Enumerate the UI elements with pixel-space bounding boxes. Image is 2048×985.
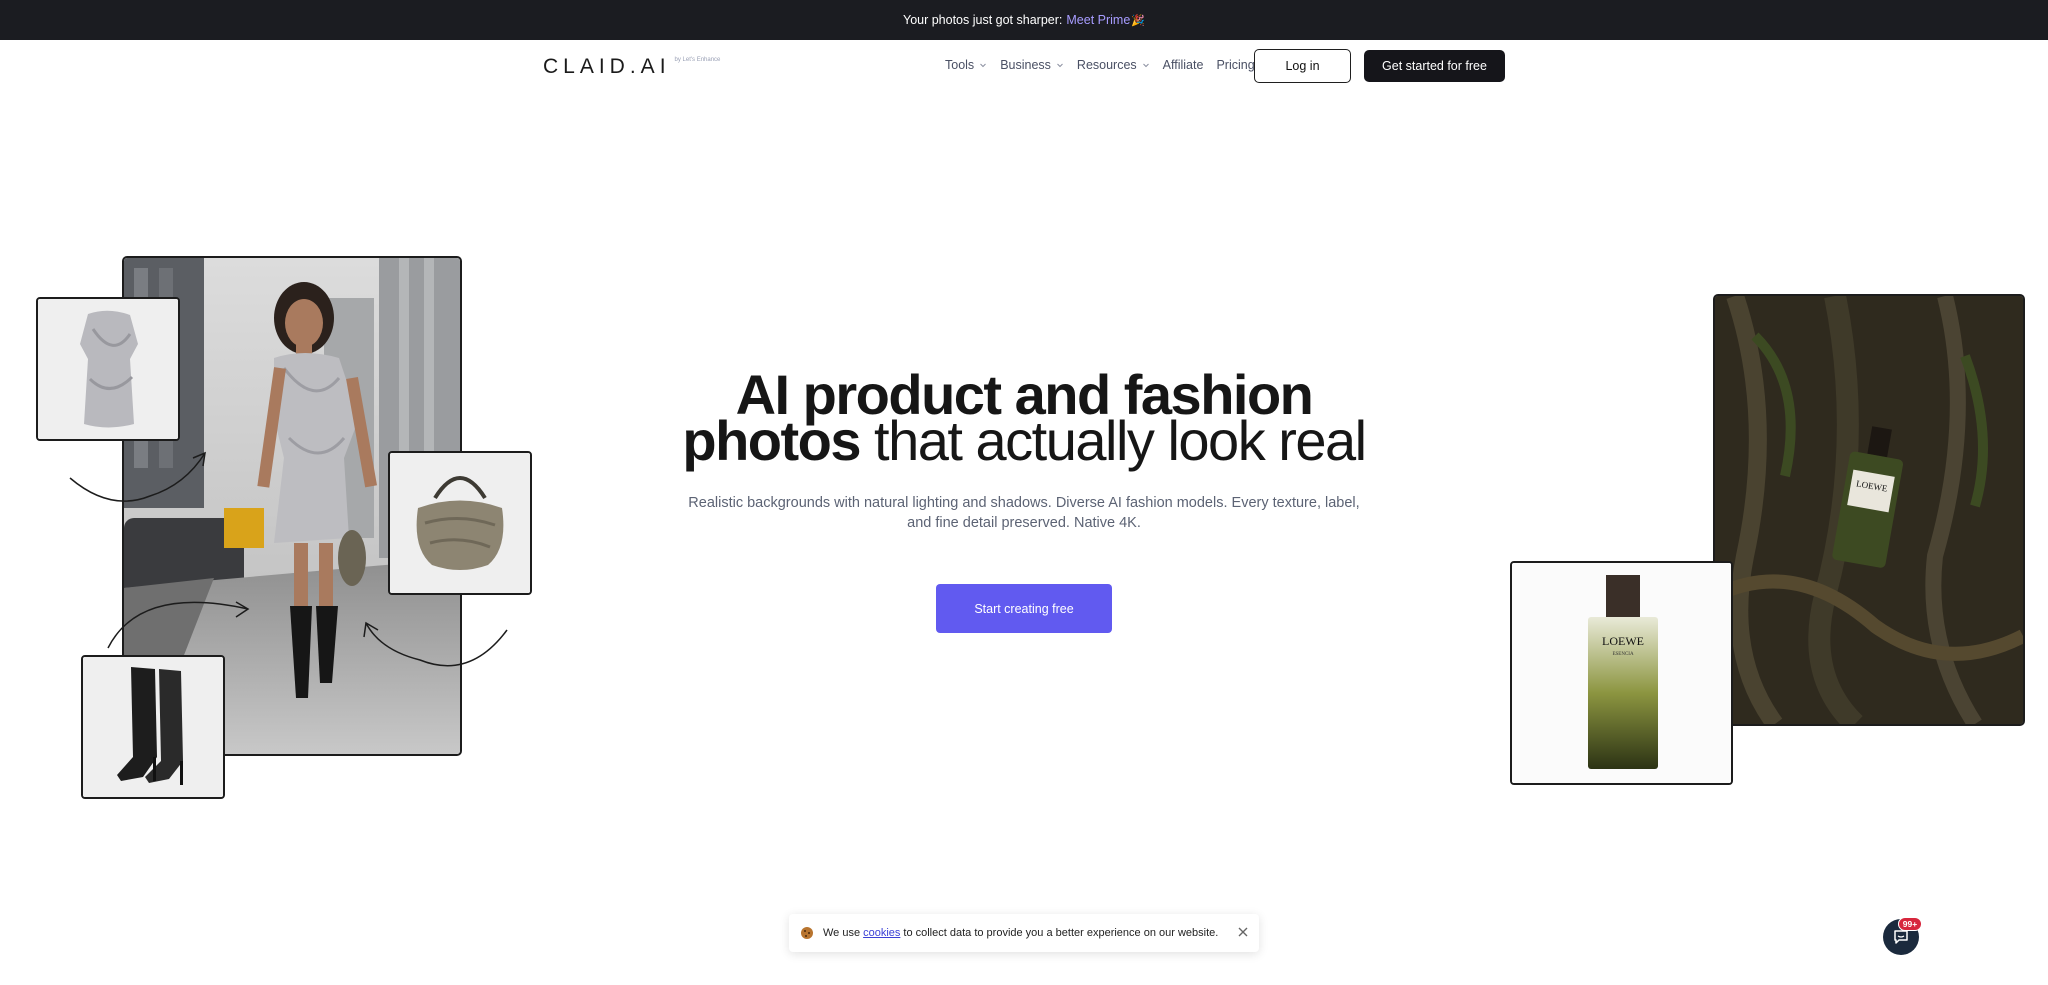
perfume-tree-photo: LOEWE xyxy=(1713,294,2025,726)
menu-tools[interactable]: Tools xyxy=(945,58,987,72)
cookies-link[interactable]: cookies xyxy=(863,927,900,939)
hero-heading: AI product and fashion photos that actua… xyxy=(640,367,1408,469)
bottle-brand-label: LOEWE xyxy=(1602,634,1644,648)
login-button[interactable]: Log in xyxy=(1254,49,1351,83)
top-nav: CLAID.AI by Let's Enhance Tools Business… xyxy=(0,40,2048,92)
menu-business-label: Business xyxy=(1000,58,1051,72)
perfume-product-photo: LOEWE ESENCIA xyxy=(1510,561,1733,785)
start-creating-button[interactable]: Start creating free xyxy=(936,584,1112,633)
menu-affiliate-label: Affiliate xyxy=(1162,58,1204,72)
bottle-sub-label: ESENCIA xyxy=(1612,652,1634,657)
chevron-down-icon xyxy=(1057,63,1063,67)
logo-wordmark: CLAID.AI xyxy=(543,55,671,78)
chat-icon xyxy=(1894,930,1908,944)
menu-resources[interactable]: Resources xyxy=(1077,58,1150,72)
hero-subtitle: Realistic backgrounds with natural light… xyxy=(688,495,1360,531)
party-emoji: 🎉 xyxy=(1131,14,1145,27)
cookie-banner: We use cookies to collect data to provid… xyxy=(789,914,1259,952)
chevron-down-icon xyxy=(1142,63,1149,67)
boots-product-thumbnail xyxy=(81,655,225,799)
menu-pricing-label: Pricing xyxy=(1216,58,1255,72)
menu-business[interactable]: Business xyxy=(1000,58,1064,72)
menu-affiliate[interactable]: Affiliate xyxy=(1163,58,1204,72)
chat-notification-badge: 99+ xyxy=(1898,917,1922,931)
announcement-bar: Your photos just got sharper: Meet Prime… xyxy=(0,0,2048,40)
menu-tools-label: Tools xyxy=(945,58,975,72)
hero-title-light: that actually look real xyxy=(860,409,1367,472)
logo-subtitle: by Let's Enhance xyxy=(674,57,721,63)
announcement-text: Your photos just got sharper: xyxy=(903,13,1063,27)
logo[interactable]: CLAID.AI by Let's Enhance xyxy=(543,55,720,79)
meet-prime-link[interactable]: Meet Prime xyxy=(1066,13,1130,27)
cookie-text-after: to collect data to provide you a better … xyxy=(903,927,1219,939)
main-menu: Tools Business Resources Affiliate Prici… xyxy=(945,58,1268,72)
menu-resources-label: Resources xyxy=(1076,58,1137,72)
handbag-product-thumbnail xyxy=(388,451,532,595)
close-icon[interactable] xyxy=(1237,926,1249,938)
hero-title: AI product and fashion photos that actua… xyxy=(640,367,1408,469)
chevron-down-icon xyxy=(980,63,987,67)
cookie-icon xyxy=(801,927,813,939)
dress-product-thumbnail xyxy=(36,297,180,441)
get-started-button[interactable]: Get started for free xyxy=(1364,50,1505,82)
menu-pricing[interactable]: Pricing xyxy=(1216,58,1254,72)
cookie-text-before: We use xyxy=(823,927,861,939)
hero-title-bold-word: photos xyxy=(682,409,861,472)
